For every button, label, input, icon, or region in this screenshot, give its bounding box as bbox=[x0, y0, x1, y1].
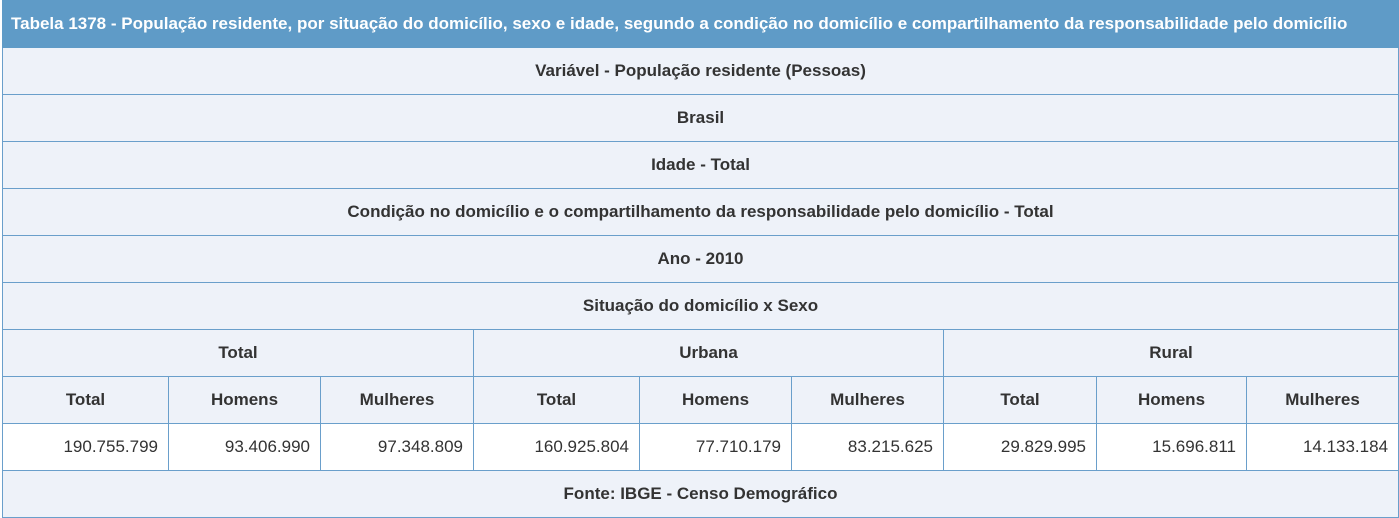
subcolumn-header-row: Total Homens Mulheres Total Homens Mulhe… bbox=[2, 376, 1399, 424]
table-cell: 77.710.179 bbox=[639, 423, 792, 471]
table-cell: 160.925.804 bbox=[473, 423, 640, 471]
territory-row: Brasil bbox=[1, 94, 1399, 142]
condition-row: Condição no domicílio e o compartilhamen… bbox=[1, 188, 1399, 236]
column-header: Homens bbox=[168, 376, 321, 424]
column-header: Mulheres bbox=[1245, 376, 1399, 424]
column-header: Total bbox=[2, 376, 169, 424]
source-footer: Fonte: IBGE - Censo Demográfico bbox=[1, 470, 1399, 518]
table-cell: 14.133.184 bbox=[1245, 423, 1399, 471]
year-row: Ano - 2010 bbox=[1, 235, 1399, 283]
column-header: Total bbox=[473, 376, 640, 424]
column-header: Homens bbox=[1096, 376, 1247, 424]
column-header: Mulheres bbox=[320, 376, 474, 424]
variable-row: Variável - População residente (Pessoas) bbox=[1, 47, 1399, 95]
table-cell: 83.215.625 bbox=[791, 423, 944, 471]
group-header-urbana: Urbana bbox=[473, 329, 944, 377]
table-cell: 29.829.995 bbox=[943, 423, 1097, 471]
table-cell: 97.348.809 bbox=[320, 423, 474, 471]
column-header: Mulheres bbox=[791, 376, 944, 424]
age-row: Idade - Total bbox=[1, 141, 1399, 189]
table-cell: 15.696.811 bbox=[1096, 423, 1247, 471]
table-title: Tabela 1378 - População residente, por s… bbox=[1, 0, 1399, 48]
column-header: Total bbox=[943, 376, 1097, 424]
data-table: Tabela 1378 - População residente, por s… bbox=[1, 0, 1399, 518]
group-header-total: Total bbox=[2, 329, 474, 377]
table-cell: 93.406.990 bbox=[168, 423, 321, 471]
group-header-rural: Rural bbox=[942, 329, 1399, 377]
table-row: 190.755.799 93.406.990 97.348.809 160.92… bbox=[2, 423, 1399, 471]
column-header: Homens bbox=[639, 376, 792, 424]
table-cell: 190.755.799 bbox=[2, 423, 169, 471]
dimension-row: Situação do domicílio x Sexo bbox=[1, 282, 1399, 330]
